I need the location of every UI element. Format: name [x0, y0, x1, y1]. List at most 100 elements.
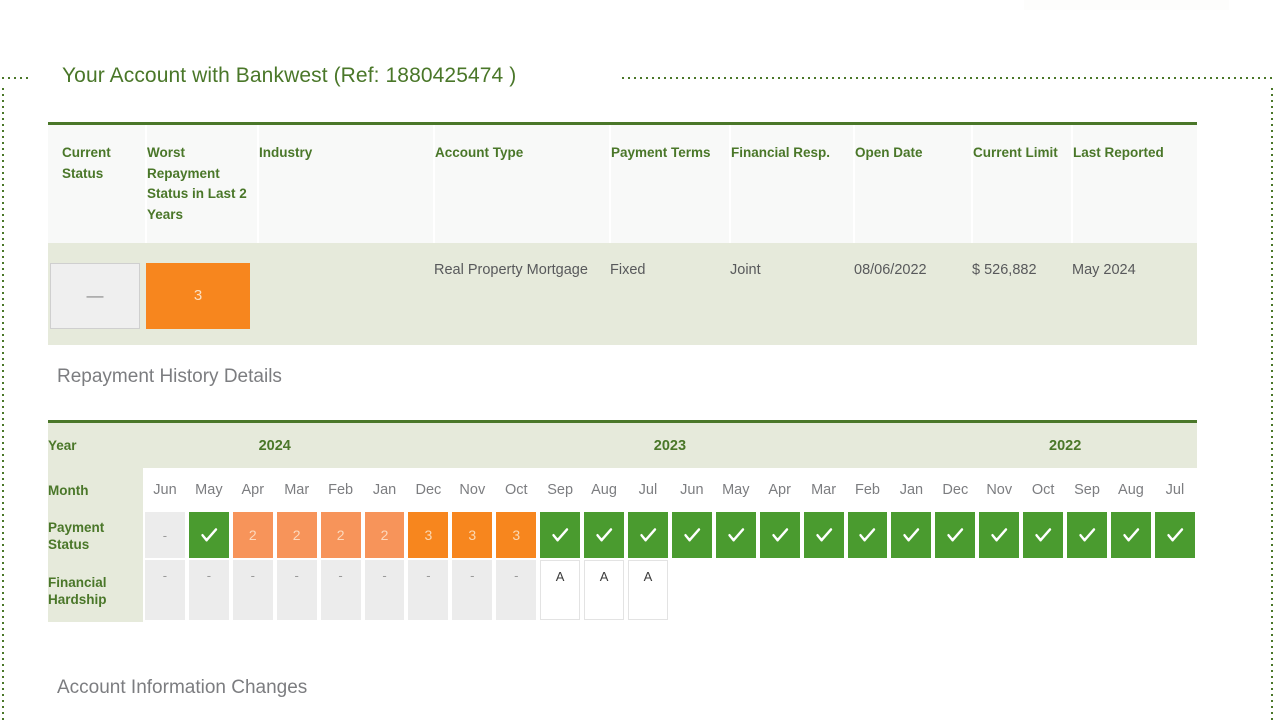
financial-hardship-cell — [889, 560, 933, 622]
check-icon — [671, 512, 712, 558]
month-cell: Dec — [406, 468, 451, 512]
payment-status-cell — [977, 512, 1021, 560]
month-cell: Apr — [757, 468, 802, 512]
month-cell: Oct — [494, 468, 539, 512]
check-icon — [1154, 512, 1195, 558]
check-icon — [979, 512, 1020, 558]
financial-hardship-cell: A — [626, 560, 670, 622]
repayment-year-row: Year 2024 2023 2022 — [48, 423, 1197, 468]
check-icon — [1067, 512, 1107, 558]
account-summary-table: Current Status Worst Repayment Status in… — [48, 125, 1197, 345]
hardship-blank — [760, 560, 800, 620]
cell-open-date: 08/06/2022 — [854, 243, 972, 345]
cell-account-type: Real Property Mortgage — [434, 243, 610, 345]
month-cell: Jul — [626, 468, 670, 512]
month-cell: Aug — [1108, 468, 1153, 512]
month-cell: May — [713, 468, 758, 512]
payment-status-cell — [889, 512, 933, 560]
cell-financial-resp: Joint — [730, 243, 854, 345]
payment-status-cell — [670, 512, 714, 560]
payment-status-cell — [538, 512, 582, 560]
month-cell: Oct — [1021, 468, 1066, 512]
cell-current-limit: $ 526,882 — [972, 243, 1072, 345]
check-icon — [715, 512, 756, 558]
payment-status-cell: 2 — [319, 512, 363, 560]
status-badge-3: 3 — [452, 512, 493, 558]
hardship-none: - — [320, 560, 361, 620]
financial-hardship-cell: - — [143, 560, 187, 622]
month-cell: Aug — [582, 468, 626, 512]
cell-last-reported: May 2024 — [1072, 243, 1197, 345]
status-badge-3: 3 — [496, 512, 537, 558]
row-label-year: Year — [48, 423, 144, 468]
hardship-blank — [979, 560, 1019, 620]
hardship-blank — [935, 560, 975, 620]
hardship-blank — [1023, 560, 1063, 620]
financial-hardship-cell: A — [582, 560, 626, 622]
hardship-blank — [1155, 560, 1195, 620]
status-badge-empty: - — [145, 512, 185, 558]
payment-status-cell — [1109, 512, 1153, 560]
status-badge-3: 3 — [408, 512, 449, 558]
hardship-flag-a: A — [584, 560, 624, 620]
financial-hardship-cell — [846, 560, 890, 622]
financial-hardship-cell: - — [450, 560, 494, 622]
check-icon — [847, 512, 888, 558]
hardship-none: - — [408, 560, 449, 620]
col-open-date: Open Date — [854, 125, 973, 243]
check-icon — [891, 512, 932, 558]
row-label-payment-status: Payment Status — [48, 512, 144, 560]
cell-worst-repayment: 3 — [146, 243, 258, 345]
col-financial-resp: Financial Resp. — [730, 125, 855, 243]
dotted-border-left — [2, 88, 4, 721]
financial-hardship-cell — [1153, 560, 1197, 622]
worst-repayment-badge: 3 — [146, 263, 250, 329]
repayment-history-section: Year 2024 2023 2022 Month Jun May Apr Mar Feb J… — [48, 420, 1197, 622]
month-cell: Apr — [230, 468, 275, 512]
hardship-flag-a: A — [628, 560, 668, 620]
account-summary-section: Current Status Worst Repayment Status in… — [48, 122, 1197, 345]
payment-status-cell: 2 — [363, 512, 407, 560]
month-cell: Dec — [933, 468, 978, 512]
status-badge-2: 2 — [320, 512, 361, 558]
repayment-history-heading: Repayment History Details — [57, 366, 282, 387]
financial-hardship-cell — [977, 560, 1021, 622]
hardship-blank — [672, 560, 712, 620]
payment-status-cell — [626, 512, 670, 560]
hardship-none: - — [188, 560, 229, 620]
hardship-blank — [891, 560, 931, 620]
payment-status-cell — [933, 512, 977, 560]
check-icon — [1110, 512, 1151, 558]
financial-hardship-cell — [933, 560, 977, 622]
month-cell: Nov — [450, 468, 495, 512]
col-worst-repayment: Worst Repayment Status in Last 2 Years — [146, 125, 259, 243]
month-cell: Feb — [845, 468, 890, 512]
check-icon — [1023, 512, 1064, 558]
month-cell: Mar — [274, 468, 319, 512]
top-cutoff-strip — [1024, 0, 1229, 10]
status-badge-2: 2 — [364, 512, 405, 558]
col-last-reported: Last Reported — [1072, 125, 1197, 243]
col-account-type: Account Type — [434, 125, 611, 243]
payment-status-cell — [582, 512, 626, 560]
check-icon — [759, 512, 800, 558]
row-label-month: Month — [48, 468, 144, 512]
financial-hardship-cell: - — [406, 560, 450, 622]
col-payment-terms: Payment Terms — [610, 125, 731, 243]
hardship-blank — [1111, 560, 1151, 620]
payment-status-row: Payment Status -2222333 — [48, 512, 1197, 560]
month-cell: Jan — [362, 468, 407, 512]
financial-hardship-cell — [1109, 560, 1153, 622]
status-badge-2: 2 — [276, 512, 317, 558]
account-table-header-row: Current Status Worst Repayment Status in… — [48, 125, 1197, 243]
year-group-2022: 2022 — [933, 423, 1197, 468]
repayment-history-table: Year 2024 2023 2022 Month Jun May Apr Mar Feb J… — [48, 423, 1197, 622]
check-icon — [628, 512, 668, 558]
dotted-border-right — [1271, 88, 1273, 721]
col-industry: Industry — [258, 125, 435, 243]
payment-status-cell — [802, 512, 846, 560]
payment-status-cell: 3 — [450, 512, 494, 560]
hardship-none: - — [232, 560, 273, 620]
financial-hardship-cell — [1065, 560, 1109, 622]
financial-hardship-cell — [670, 560, 714, 622]
